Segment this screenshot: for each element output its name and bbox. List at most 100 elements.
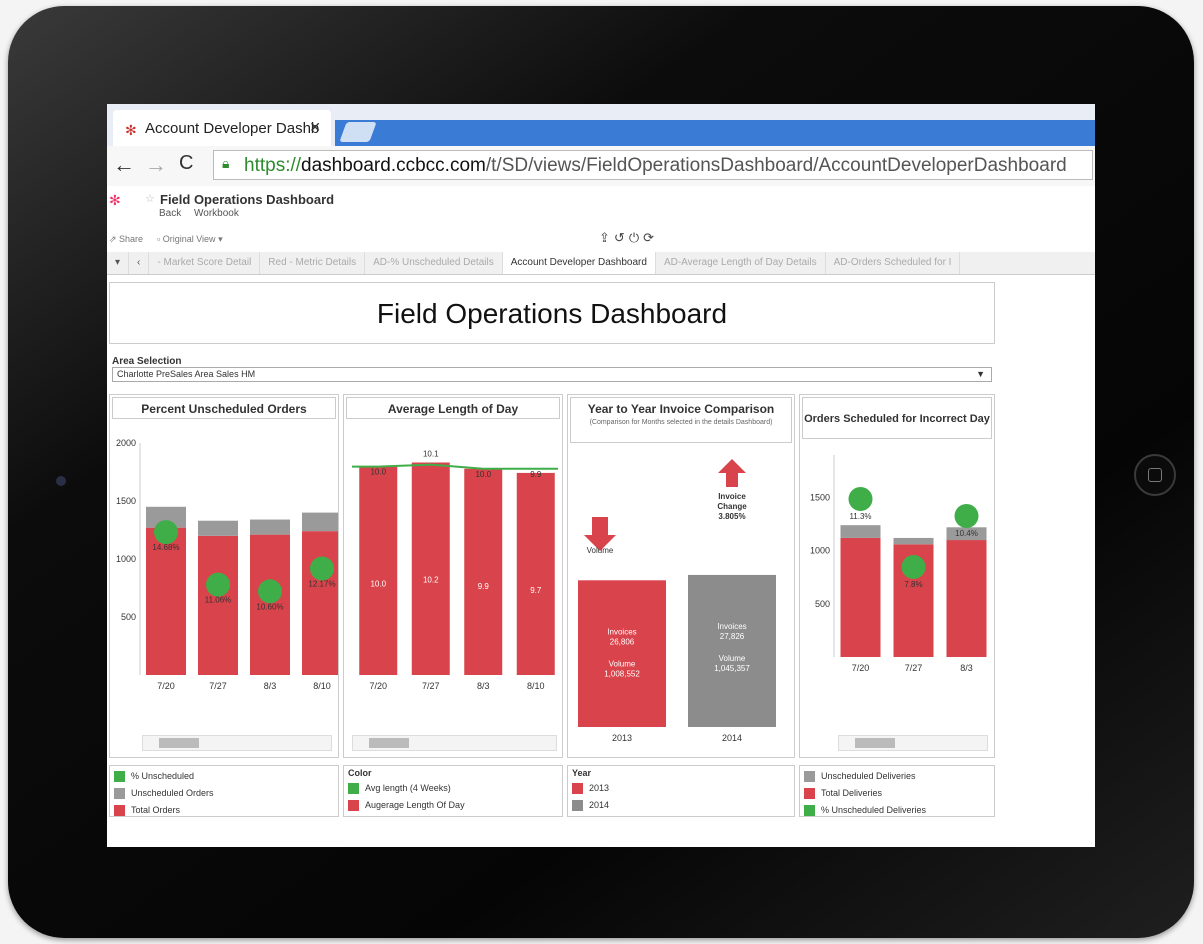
refresh-icon[interactable]: ⟳ [643, 230, 658, 245]
sheet-tab[interactable]: AD-Orders Scheduled for I [826, 252, 961, 274]
back-link[interactable]: Back [159, 208, 181, 219]
up-arrow-icon [718, 459, 746, 487]
invoices-name: Invoices [717, 622, 746, 631]
favorite-star-icon[interactable]: ☆ [145, 192, 155, 205]
reload-icon[interactable]: C [179, 152, 193, 175]
revert-icon[interactable]: ⏻ [629, 230, 643, 245]
bar-value-label: 9.9 [478, 582, 490, 591]
scroll-thumb[interactable] [369, 738, 409, 748]
percent-label: 10.4% [955, 529, 978, 538]
avg-value-label: 10.1 [423, 450, 439, 459]
original-view-button[interactable]: ▫ Original View ▾ [157, 234, 223, 245]
percent-dot [848, 487, 873, 511]
volume-value: 1,008,552 [604, 669, 640, 678]
percent-label: 7.8% [904, 580, 922, 589]
legend-swatch [348, 800, 359, 812]
legend-item: % Unscheduled [114, 770, 195, 783]
y-tick-label: 500 [121, 612, 136, 622]
invoice-comparison-chart: Invoices26,806Volume1,008,5522013Invoice… [578, 459, 776, 743]
avg-value-label: 10.0 [370, 468, 386, 477]
share-button[interactable]: ⇗ Share [109, 234, 143, 245]
y-tick-label: 500 [815, 599, 830, 609]
area-selection-label: Area Selection [112, 356, 182, 367]
legend-item: Unscheduled Orders [114, 787, 214, 800]
url-domain: dashboard.ccbcc.com [301, 155, 486, 176]
percent-dot [154, 520, 178, 545]
tablet-screen: ✻ Account Developer Dashb ✕ ← → C 🔒︎ htt… [107, 104, 1095, 847]
invoices-value: 27,826 [720, 632, 745, 641]
home-button[interactable] [1134, 454, 1176, 496]
horizontal-scrollbar[interactable] [142, 735, 332, 751]
bar-length [464, 468, 503, 675]
average-length-chart: 10.0 10.0 7/20 10.2 10.1 7/27 9.9 10.0 8/3 9.7 9.9… [352, 450, 558, 691]
legend-label: % Unscheduled Deliveries [821, 805, 927, 815]
bar-value-label: 10.2 [423, 576, 439, 585]
bar-total [302, 531, 338, 675]
sheet-tab[interactable]: - Market Score Detail [149, 252, 261, 274]
legend-item: 2013 [572, 782, 609, 795]
bar-length [516, 472, 555, 675]
percent-dot [310, 556, 334, 581]
scroll-thumb[interactable] [159, 738, 199, 748]
invoices-value: 26,806 [610, 637, 635, 646]
chart-title: Percent Unscheduled Orders [112, 397, 336, 419]
sheet-menu-button[interactable]: ▾ [107, 252, 130, 274]
legend-item: Avg length (4 Weeks) [348, 782, 451, 795]
bar-total [198, 535, 238, 675]
panel-invoice-comparison: Year to Year Invoice Comparison (Compari… [567, 394, 795, 758]
legend-unscheduled: % Unscheduled Unscheduled Orders Total O… [109, 765, 339, 817]
back-arrow-icon[interactable]: ← [113, 152, 135, 178]
browser-tab-strip: ✻ Account Developer Dashb ✕ [107, 104, 1095, 146]
area-selection-dropdown[interactable]: Charlotte PreSales Area Sales HM ▼ [112, 367, 992, 382]
y-tick-label: 1000 [116, 554, 136, 564]
sheet-tab[interactable]: Red - Metric Details [260, 252, 366, 274]
bar-unscheduled [302, 512, 338, 532]
bar-unscheduled [840, 525, 881, 538]
export-icon[interactable]: ⇪ [599, 230, 614, 245]
sheet-scroll-left-button[interactable]: ‹ [129, 252, 150, 274]
horizontal-scrollbar[interactable] [838, 735, 988, 751]
legend-year: Year 2013 2014 [567, 765, 795, 817]
scroll-thumb[interactable] [855, 738, 895, 748]
panel-incorrect-day: Orders Scheduled for Incorrect Day 1500 1… [799, 394, 995, 758]
x-tick-label: 7/27 [422, 681, 440, 691]
legend-label: 2014 [589, 800, 610, 810]
legend-label: Total Deliveries [821, 788, 883, 798]
dashboard: Field Operations Dashboard Area Selectio… [107, 276, 997, 846]
percent-label: 14.68% [152, 543, 179, 552]
percent-label: 12.17% [308, 580, 335, 589]
legend-incorrect: Unscheduled Deliveries Total Deliveries … [799, 765, 995, 817]
sheet-tab-active[interactable]: Account Developer Dashboard [502, 252, 656, 274]
bar-unscheduled [198, 520, 238, 536]
legend-label: % Unscheduled [131, 771, 195, 781]
bar-unscheduled [250, 519, 290, 535]
horizontal-scrollbar[interactable] [352, 735, 557, 751]
percent-unscheduled-chart: 2000 1500 1000 500 14.68% 7/20 11.06% 7/27 10.60… [116, 438, 338, 691]
x-tick-label: 7/27 [905, 663, 923, 673]
sheet-tab[interactable]: AD-% Unscheduled Details [365, 252, 503, 274]
y-tick-label: 1000 [810, 546, 830, 556]
sheet-tab[interactable]: AD-Average Length of Day Details [656, 252, 826, 274]
tab-strip-background [335, 120, 1095, 146]
forward-arrow-icon[interactable]: → [145, 152, 167, 178]
bar-total [946, 540, 987, 657]
x-tick-label: 2014 [722, 733, 742, 743]
browser-tab[interactable]: ✻ Account Developer Dashb ✕ [113, 110, 331, 146]
url-input[interactable]: 🔒︎ https://dashboard.ccbcc.com/t/SD/view… [213, 150, 1093, 180]
tableau-logo-icon: ✻ [109, 192, 121, 208]
legend-swatch [348, 783, 359, 795]
bar-total [840, 537, 881, 657]
legend-heading: Color [348, 768, 372, 778]
close-tab-icon[interactable]: ✕ [309, 119, 321, 136]
bar-length [411, 462, 450, 675]
workbook-link[interactable]: Workbook [194, 208, 239, 219]
home-icon [1148, 468, 1162, 482]
undo-icon[interactable]: ↺ [614, 230, 629, 245]
chart-title: Year to Year Invoice Comparison [587, 402, 775, 416]
address-bar-row: ← → C 🔒︎ https://dashboard.ccbcc.com/t/S… [107, 146, 1095, 187]
percent-dot [258, 579, 282, 604]
legend-swatch [572, 800, 583, 812]
tab-title: Account Developer Dashb [145, 120, 320, 137]
legend-heading: Year [572, 768, 592, 778]
new-tab-button[interactable] [339, 122, 377, 142]
